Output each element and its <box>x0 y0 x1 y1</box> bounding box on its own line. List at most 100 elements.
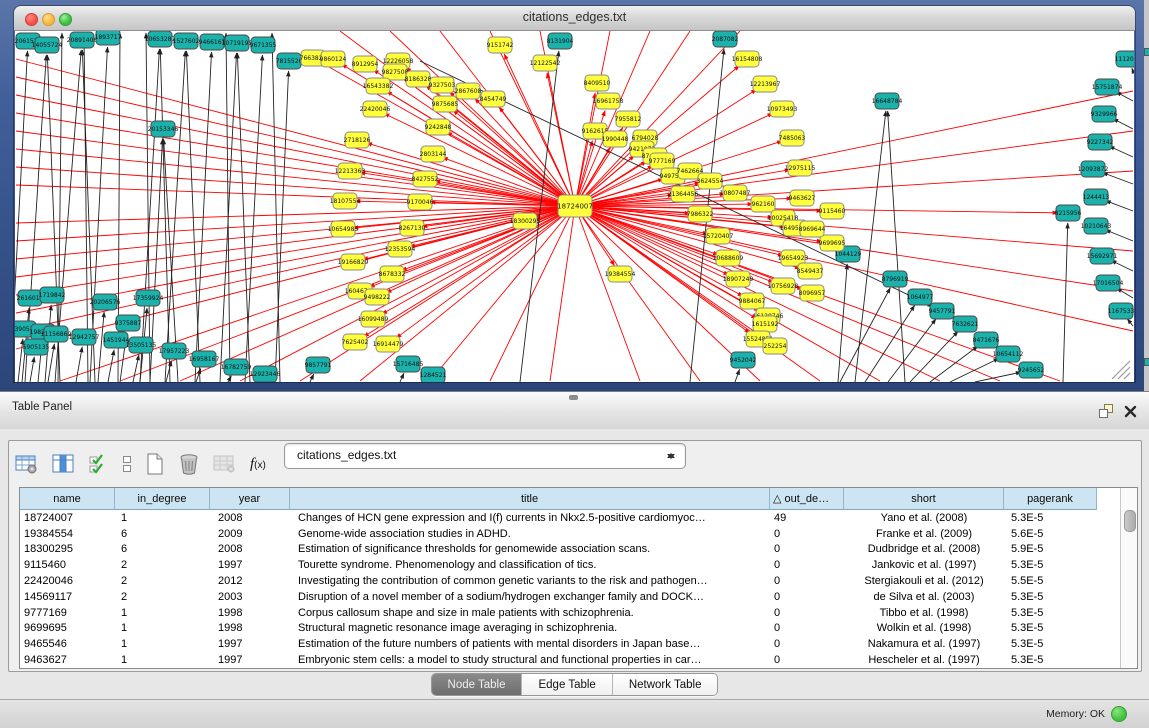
cell-year[interactable]: 1997 <box>210 559 290 571</box>
table-row[interactable]: 969969511998Structural magnetic resonanc… <box>20 621 1137 637</box>
cell-out_de[interactable]: 0 <box>770 559 844 571</box>
delete-table-icon[interactable] <box>178 453 200 475</box>
cell-name[interactable]: 18300295 <box>20 543 115 555</box>
function-builder-icon[interactable]: f(x) <box>250 456 266 473</box>
cell-short[interactable]: Jankovic et al. (1997) <box>844 559 1004 571</box>
select-all-icon[interactable] <box>89 454 109 474</box>
cell-short[interactable]: Nakamura et al. (1997) <box>844 638 1004 650</box>
cell-name[interactable]: 9465546 <box>20 638 115 650</box>
cell-name[interactable]: 9699695 <box>20 622 115 634</box>
cell-title[interactable]: Tourette syndrome. Phenomenology and cla… <box>290 559 770 571</box>
cell-year[interactable]: 2012 <box>210 575 290 587</box>
cell-out_de[interactable]: 0 <box>770 638 844 650</box>
cell-in_degree[interactable]: 1 <box>115 622 210 634</box>
cell-name[interactable]: 9777169 <box>20 607 115 619</box>
cell-out_de[interactable]: 0 <box>770 591 844 603</box>
memory-status-indicator[interactable] <box>1111 706 1127 722</box>
cell-title[interactable]: Estimation of significance thresholds fo… <box>290 543 770 555</box>
column-header-title[interactable]: title <box>290 488 770 510</box>
table-settings-icon[interactable] <box>15 454 39 474</box>
cell-in_degree[interactable]: 2 <box>115 575 210 587</box>
table-row[interactable]: 1456911722003Disruption of a novel membe… <box>20 589 1137 605</box>
table-row[interactable]: 977716911998Corpus callosum shape and si… <box>20 605 1137 621</box>
cell-in_degree[interactable]: 6 <box>115 528 210 540</box>
cell-pagerank[interactable]: 5.5E-5 <box>1004 575 1097 587</box>
cell-short[interactable]: Dudbridge et al. (2008) <box>844 543 1004 555</box>
table-scrollbar[interactable] <box>1120 488 1137 668</box>
scrollbar-thumb[interactable] <box>1124 510 1136 532</box>
panel-divider-grip[interactable] <box>569 395 578 400</box>
cell-name[interactable]: 19384554 <box>20 528 115 540</box>
table-row[interactable]: 946362711997Embryonic stem cells: a mode… <box>20 652 1137 668</box>
cell-short[interactable]: Wolkin et al. (1998) <box>844 622 1004 634</box>
column-header-name[interactable]: name <box>20 488 115 510</box>
table-select-dropdown[interactable]: citations_edges.txt <box>284 443 686 469</box>
cell-out_de[interactable]: 0 <box>770 622 844 634</box>
float-window-icon[interactable] <box>1098 403 1114 424</box>
cell-pagerank[interactable]: 5.9E-5 <box>1004 543 1097 555</box>
network-canvas[interactable]: 2061533140557242089140618937171065328715… <box>15 31 1134 382</box>
cell-name[interactable]: 14569117 <box>20 591 115 603</box>
cell-year[interactable]: 2003 <box>210 591 290 603</box>
tab-edge-table[interactable]: Edge Table <box>522 674 612 695</box>
cell-title[interactable]: Genome-wide association studies in ADHD. <box>290 528 770 540</box>
cell-short[interactable]: Hescheler et al. (1997) <box>844 654 1004 666</box>
close-panel-icon[interactable] <box>1124 405 1137 423</box>
cell-pagerank[interactable]: 5.3E-5 <box>1004 622 1097 634</box>
cell-pagerank[interactable]: 5.3E-5 <box>1004 607 1097 619</box>
cell-title[interactable]: Structural magnetic resonance image aver… <box>290 622 770 634</box>
network-window-titlebar[interactable]: citations_edges.txt <box>14 6 1135 31</box>
import-table-icon[interactable] <box>213 454 237 474</box>
cell-pagerank[interactable]: 5.3E-5 <box>1004 591 1097 603</box>
column-header-year[interactable]: year <box>210 488 290 510</box>
cell-year[interactable]: 1997 <box>210 654 290 666</box>
tab-network-table[interactable]: Network Table <box>613 674 718 695</box>
cell-name[interactable]: 22420046 <box>20 575 115 587</box>
cell-in_degree[interactable]: 1 <box>115 638 210 650</box>
cell-title[interactable]: Investigating the contribution of common… <box>290 575 770 587</box>
column-header-short[interactable]: short <box>844 488 1004 510</box>
show-columns-icon[interactable] <box>52 454 76 474</box>
cell-out_de[interactable]: 49 <box>770 512 844 524</box>
cell-title[interactable]: Embryonic stem cells: a model to study s… <box>290 654 770 666</box>
cell-out_de[interactable]: 0 <box>770 543 844 555</box>
cell-pagerank[interactable]: 5.3E-5 <box>1004 638 1097 650</box>
cell-name[interactable]: 9115460 <box>20 559 115 571</box>
table-row[interactable]: 1872400712008Changes of HCN gene express… <box>20 510 1137 526</box>
cell-in_degree[interactable]: 2 <box>115 559 210 571</box>
citation-network-graph[interactable]: 2061533140557242089140618937171065328715… <box>15 31 1134 382</box>
cell-year[interactable]: 2008 <box>210 543 290 555</box>
cell-out_de[interactable]: 0 <box>770 654 844 666</box>
table-row[interactable]: 911546021997Tourette syndrome. Phenomeno… <box>20 557 1137 573</box>
cell-out_de[interactable]: 0 <box>770 607 844 619</box>
cell-short[interactable]: Yano et al. (2008) <box>844 512 1004 524</box>
table-row[interactable]: 1830029562008Estimation of significance … <box>20 542 1137 558</box>
cell-out_de[interactable]: 0 <box>770 575 844 587</box>
cell-short[interactable]: de Silva et al. (2003) <box>844 591 1004 603</box>
column-header-out_de[interactable]: △ out_de… <box>770 488 844 510</box>
cell-pagerank[interactable]: 5.3E-5 <box>1004 559 1097 571</box>
table-row[interactable]: 2242004622012Investigating the contribut… <box>20 573 1137 589</box>
column-header-pagerank[interactable]: pagerank <box>1004 488 1097 510</box>
cell-year[interactable]: 1998 <box>210 622 290 634</box>
table-row[interactable]: 1938455462009Genome-wide association stu… <box>20 526 1137 542</box>
new-table-icon[interactable] <box>145 453 165 475</box>
cell-pagerank[interactable]: 5.3E-5 <box>1004 512 1097 524</box>
cell-in_degree[interactable]: 1 <box>115 512 210 524</box>
cell-in_degree[interactable]: 1 <box>115 607 210 619</box>
cell-in_degree[interactable]: 1 <box>115 654 210 666</box>
cell-name[interactable]: 18724007 <box>20 512 115 524</box>
cell-year[interactable]: 1998 <box>210 607 290 619</box>
cell-year[interactable]: 2008 <box>210 512 290 524</box>
column-header-in_degree[interactable]: in_degree <box>115 488 210 510</box>
cell-in_degree[interactable]: 6 <box>115 543 210 555</box>
cell-pagerank[interactable]: 5.3E-5 <box>1004 654 1097 666</box>
table-row[interactable]: 946554611997Estimation of the future num… <box>20 636 1137 652</box>
cell-title[interactable]: Disruption of a novel member of a sodium… <box>290 591 770 603</box>
cell-in_degree[interactable]: 2 <box>115 591 210 603</box>
cell-short[interactable]: Stergiakouli et al. (2012) <box>844 575 1004 587</box>
cell-year[interactable]: 2009 <box>210 528 290 540</box>
clear-selection-icon[interactable] <box>122 454 132 474</box>
cell-out_de[interactable]: 0 <box>770 528 844 540</box>
cell-name[interactable]: 9463627 <box>20 654 115 666</box>
